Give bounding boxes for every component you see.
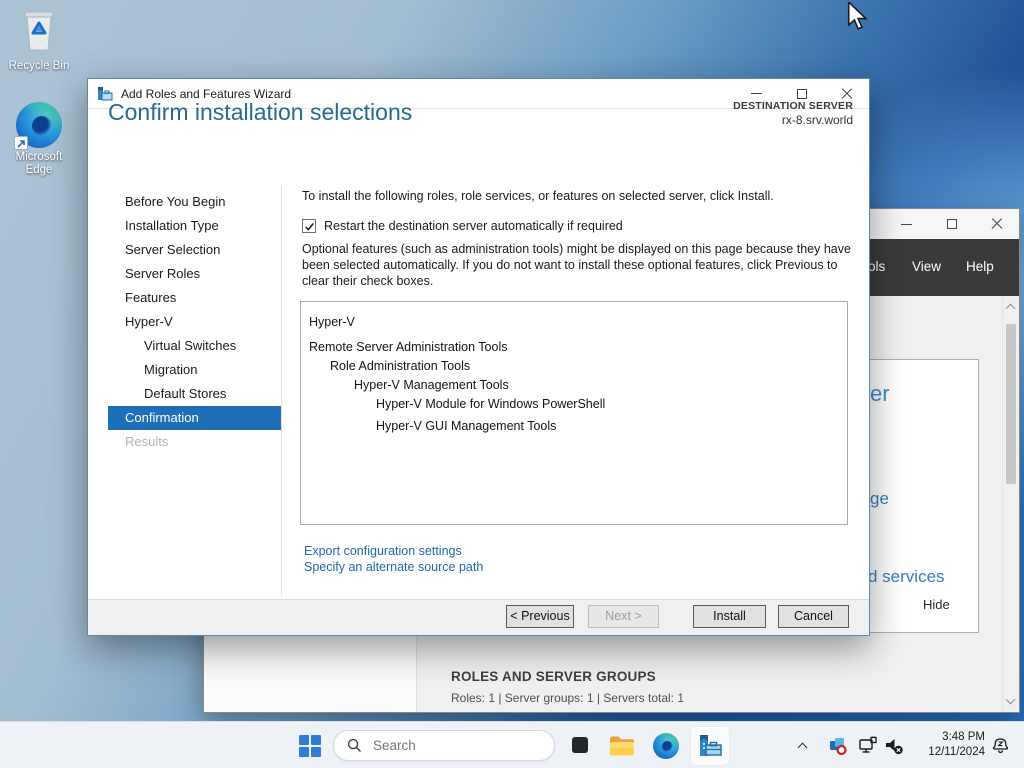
wizard-content: To install the following roles, role ser… bbox=[300, 183, 857, 599]
list-item[interactable]: Hyper-V Module for Windows PowerShell bbox=[301, 395, 847, 414]
restart-checkbox-label[interactable]: Restart the destination server automatic… bbox=[324, 219, 623, 233]
start-button[interactable] bbox=[290, 726, 330, 766]
tray-network-button[interactable] bbox=[854, 732, 882, 760]
hide-link[interactable]: Hide bbox=[923, 597, 950, 612]
previous-button[interactable]: < Previous bbox=[506, 605, 574, 628]
destination-server-label: DESTINATION SERVER bbox=[733, 100, 853, 112]
list-item[interactable]: Hyper-V Management Tools bbox=[301, 376, 847, 395]
quickstart-link-fragment-2[interactable]: ge bbox=[870, 489, 889, 509]
speaker-muted-icon bbox=[884, 736, 904, 756]
clock-date: 12/11/2024 bbox=[905, 745, 985, 760]
minimize-icon bbox=[751, 93, 762, 94]
nav-hyper-v[interactable]: Hyper-V bbox=[108, 310, 281, 334]
page-title: Confirm installation selections bbox=[108, 99, 412, 126]
tray-overflow-button[interactable] bbox=[788, 732, 816, 760]
maximize-icon bbox=[797, 89, 807, 99]
list-item[interactable]: Hyper-V bbox=[301, 313, 847, 332]
tray-vm-status-icon bbox=[828, 736, 848, 756]
list-item[interactable]: Remote Server Administration Tools bbox=[301, 338, 847, 357]
close-icon bbox=[841, 88, 853, 100]
nav-before-you-begin[interactable]: Before You Begin bbox=[108, 190, 281, 214]
nav-features[interactable]: Features bbox=[108, 286, 281, 310]
wizard-nav: Before You Begin Installation Type Serve… bbox=[108, 190, 281, 454]
task-view-button[interactable] bbox=[559, 726, 599, 766]
quickstart-link-fragment-1[interactable]: er bbox=[870, 381, 890, 407]
list-item[interactable]: Hyper-V GUI Management Tools bbox=[301, 417, 847, 436]
windows-logo-icon bbox=[299, 735, 321, 757]
nav-installation-type[interactable]: Installation Type bbox=[108, 214, 281, 238]
roles-and-server-groups-heading: ROLES AND SERVER GROUPS bbox=[451, 669, 656, 684]
selected-features-list[interactable]: Hyper-V Remote Server Administration Too… bbox=[300, 301, 848, 525]
edge-icon bbox=[653, 733, 679, 759]
add-roles-wizard-window: Add Roles and Features Wizard Confirm in… bbox=[87, 78, 870, 636]
cancel-button[interactable]: Cancel bbox=[778, 605, 849, 628]
nav-confirmation[interactable]: Confirmation bbox=[108, 406, 281, 430]
nav-server-selection[interactable]: Server Selection bbox=[108, 238, 281, 262]
menu-help[interactable]: Help bbox=[966, 259, 994, 274]
notification-center-button[interactable] bbox=[986, 731, 1014, 759]
server-manager-scrollbar[interactable] bbox=[1002, 296, 1019, 712]
shortcut-arrow-icon bbox=[14, 136, 28, 150]
chevron-up-icon bbox=[797, 743, 807, 753]
list-item[interactable]: Role Administration Tools bbox=[301, 357, 847, 376]
alternate-source-path-link[interactable]: Specify an alternate source path bbox=[304, 560, 483, 576]
close-button[interactable] bbox=[974, 209, 1019, 239]
destination-server-name: rx-8.srv.world bbox=[733, 113, 853, 127]
optional-features-note: Optional features (such as administratio… bbox=[302, 241, 854, 289]
install-button[interactable]: Install bbox=[693, 605, 766, 628]
mouse-cursor bbox=[847, 2, 869, 32]
minimize-button[interactable] bbox=[884, 209, 929, 239]
scroll-up-icon[interactable] bbox=[1006, 304, 1016, 314]
export-configuration-link[interactable]: Export configuration settings bbox=[304, 544, 483, 560]
intro-text: To install the following roles, role ser… bbox=[302, 189, 774, 203]
next-button: Next > bbox=[588, 605, 659, 628]
file-explorer-button[interactable] bbox=[602, 726, 642, 766]
roles-stats: Roles: 1 | Server groups: 1 | Servers to… bbox=[451, 691, 684, 705]
close-icon bbox=[991, 218, 1003, 230]
desktop-icon-label: Recycle Bin bbox=[6, 60, 72, 73]
maximize-button[interactable] bbox=[929, 209, 974, 239]
folder-icon bbox=[609, 735, 635, 757]
desktop-icon-label: Microsoft Edge bbox=[6, 151, 72, 177]
checkmark-icon bbox=[304, 221, 315, 232]
sidebar-divider bbox=[281, 186, 282, 596]
maximize-icon bbox=[947, 219, 957, 229]
server-manager-icon bbox=[697, 733, 723, 759]
desktop: Recycle Bin Microsoft Edge ols View Help… bbox=[0, 0, 1024, 768]
minimize-icon bbox=[901, 224, 912, 225]
nav-results: Results bbox=[108, 430, 281, 454]
clock-time: 3:48 PM bbox=[905, 730, 985, 745]
server-manager-button[interactable] bbox=[690, 726, 730, 766]
recycle-bin-icon bbox=[19, 8, 59, 52]
scrollbar-thumb[interactable] bbox=[1006, 324, 1016, 484]
bell-dnd-icon bbox=[991, 735, 1010, 755]
desktop-icon-recycle-bin[interactable]: Recycle Bin bbox=[6, 8, 72, 73]
tray-volume-button[interactable] bbox=[880, 732, 908, 760]
nav-server-roles[interactable]: Server Roles bbox=[108, 262, 281, 286]
nav-migration[interactable]: Migration bbox=[108, 358, 281, 382]
task-view-icon bbox=[565, 733, 593, 759]
desktop-icon-microsoft-edge[interactable]: Microsoft Edge bbox=[6, 102, 72, 177]
nav-default-stores[interactable]: Default Stores bbox=[108, 382, 281, 406]
restart-checkbox[interactable] bbox=[302, 219, 316, 233]
scroll-down-icon[interactable] bbox=[1006, 695, 1016, 705]
nav-virtual-switches[interactable]: Virtual Switches bbox=[108, 334, 281, 358]
edge-icon bbox=[16, 102, 62, 148]
taskbar-clock[interactable]: 3:48 PM 12/11/2024 bbox=[905, 730, 985, 760]
wizard-footer: < Previous Next > Install Cancel bbox=[88, 599, 869, 635]
search-input[interactable] bbox=[371, 737, 521, 754]
taskbar-search[interactable] bbox=[333, 730, 555, 761]
search-icon bbox=[347, 738, 362, 753]
menu-view[interactable]: View bbox=[912, 259, 941, 274]
tray-app-icon-button[interactable] bbox=[824, 732, 852, 760]
quickstart-link-fragment-3[interactable]: d services bbox=[868, 567, 945, 587]
menu-tools-partial[interactable]: ols bbox=[868, 259, 885, 274]
edge-button[interactable] bbox=[646, 726, 686, 766]
taskbar: 3:48 PM 12/11/2024 bbox=[0, 721, 1024, 768]
destination-server-block: DESTINATION SERVER rx-8.srv.world bbox=[733, 100, 853, 127]
network-icon bbox=[858, 736, 878, 756]
